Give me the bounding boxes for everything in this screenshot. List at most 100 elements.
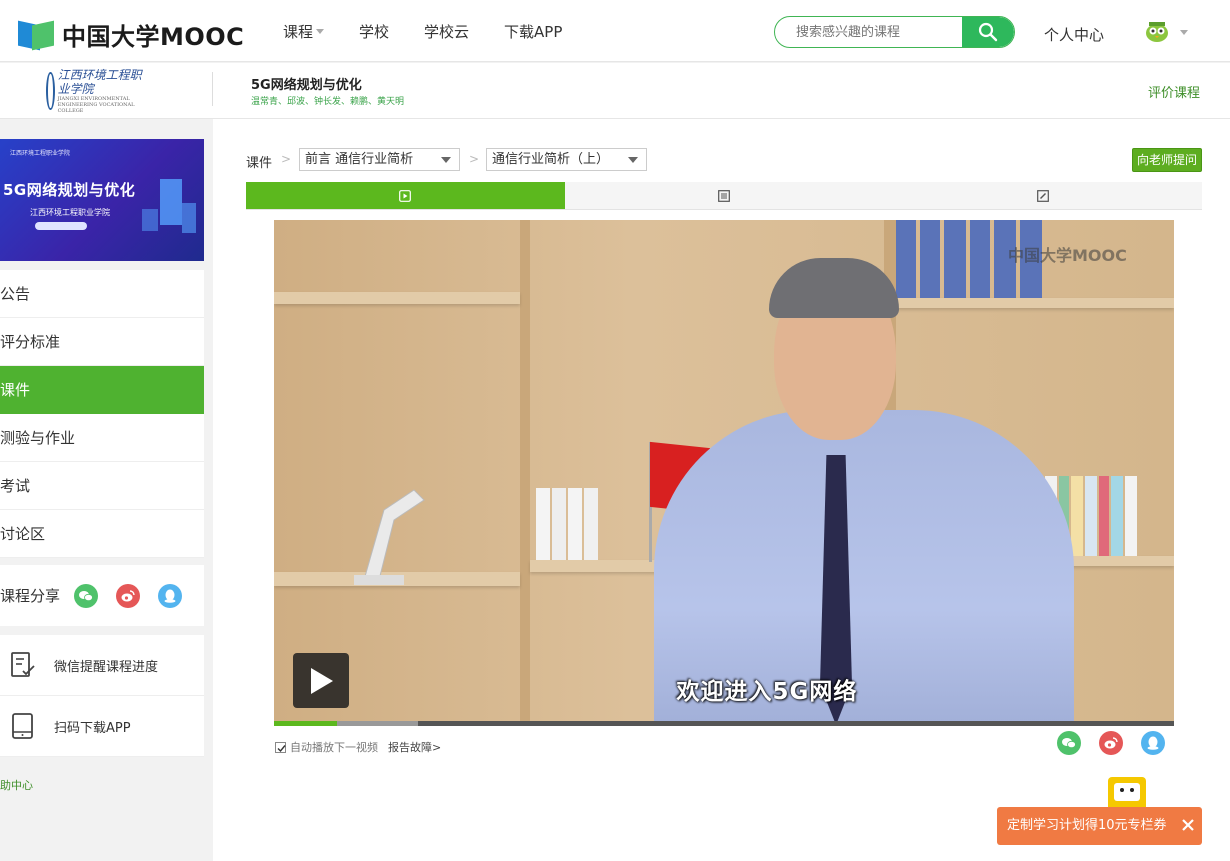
chapter-dropdown-arrow-icon bbox=[441, 157, 451, 163]
tab-video[interactable] bbox=[246, 182, 565, 209]
search-button[interactable] bbox=[962, 17, 1014, 47]
qq-icon bbox=[164, 589, 176, 603]
video-watermark: 中国大学MOOC bbox=[1008, 246, 1127, 265]
menu-item-grading[interactable]: 评分标准 bbox=[0, 318, 204, 366]
courseware-main: 课件 > 前言 通信行业简析 > 通信行业简析（上） 向老师提问 中国大学MOO… bbox=[213, 119, 1230, 861]
tablet-icon bbox=[12, 713, 33, 739]
search-box bbox=[774, 16, 1015, 48]
video-played-bar bbox=[274, 721, 337, 726]
video-subtitle: 欢迎进入5G网络 bbox=[676, 679, 858, 705]
lesson-select-value: 通信行业简析（上） bbox=[492, 152, 610, 167]
nav-courses-label: 课程 bbox=[283, 23, 314, 41]
menu-item-courseware[interactable]: 课件 bbox=[0, 366, 204, 414]
nav-courses[interactable]: 课程 bbox=[283, 21, 325, 42]
course-title: 5G网络规划与优化 bbox=[251, 78, 362, 93]
cover-school-text: 江西环境工程职业学院 bbox=[10, 150, 71, 157]
checkmark-icon bbox=[277, 744, 286, 752]
tool-box: 微信提醒课程进度 扫码下载APP bbox=[0, 635, 204, 757]
nav-download-app-label: 下载APP bbox=[504, 23, 563, 41]
chapter-select-value: 前言 通信行业简析 bbox=[305, 152, 414, 167]
content-tabs bbox=[246, 182, 1202, 210]
video-wechat-share-button[interactable] bbox=[1057, 731, 1081, 755]
school-logo-text: 江西环境工程职业学院 JIANGXI ENVIRONMENTAL ENGINEER… bbox=[58, 68, 148, 115]
avatar-owl-icon bbox=[1146, 22, 1168, 42]
video-progress-bar[interactable] bbox=[274, 721, 1174, 726]
nav-school-cloud-label: 学校云 bbox=[424, 23, 470, 41]
chevron-right-icon-2: > bbox=[469, 152, 480, 166]
weibo-icon bbox=[121, 589, 135, 601]
weibo-share-button[interactable] bbox=[116, 583, 141, 608]
menu-item-exam[interactable]: 考试 bbox=[0, 462, 204, 510]
user-avatar[interactable] bbox=[1145, 21, 1169, 43]
mascot-icon[interactable] bbox=[1108, 777, 1146, 811]
search-icon bbox=[978, 22, 998, 42]
share-label: 课程分享 bbox=[0, 587, 61, 605]
scan-download-app-item[interactable]: 扫码下载APP bbox=[0, 696, 204, 757]
qq-icon bbox=[1147, 736, 1159, 750]
avatar-chevron-down-icon[interactable] bbox=[1180, 30, 1188, 35]
top-navigation-bar: 中国大学MOOC 课程 学校 学校云 下载APP 个人中心 bbox=[0, 0, 1230, 62]
course-teachers[interactable]: 温常青、邱波、钟长发、赖鹏、黄天明 bbox=[251, 94, 404, 107]
video-icon bbox=[399, 190, 412, 202]
wechat-icon bbox=[1062, 738, 1076, 749]
course-cover-image: 江西环境工程职业学院 5G网络规划与优化 江西环境工程职业学院 bbox=[0, 139, 204, 261]
wechat-reminder-item[interactable]: 微信提醒课程进度 bbox=[0, 635, 204, 696]
scan-download-app-label: 扫码下载APP bbox=[54, 720, 131, 736]
video-player[interactable]: 中国大学MOOC 欢迎进入5G网络 bbox=[274, 220, 1174, 726]
study-plan-promo[interactable]: 定制学习计划得10元专栏券 bbox=[997, 807, 1202, 845]
search-input[interactable] bbox=[775, 17, 963, 47]
wechat-reminder-label: 微信提醒课程进度 bbox=[54, 659, 159, 675]
document-icon bbox=[718, 190, 730, 202]
tab-document[interactable] bbox=[565, 182, 884, 209]
chapter-select[interactable]: 前言 通信行业简析 bbox=[299, 148, 460, 171]
robot-arm-illustration bbox=[344, 470, 444, 590]
quiz-icon bbox=[1036, 190, 1049, 202]
video-qq-share-button[interactable] bbox=[1141, 731, 1165, 755]
ask-teacher-button[interactable]: 向老师提问 bbox=[1132, 148, 1202, 172]
rate-course-link[interactable]: 评价课程 bbox=[1148, 82, 1200, 101]
course-menu: 公告 评分标准 课件 测验与作业 考试 讨论区 bbox=[0, 270, 204, 558]
main-nav: 课程 学校 学校云 下载APP bbox=[283, 21, 597, 42]
wechat-icon bbox=[79, 590, 93, 601]
cover-title: 5G网络规划与优化 bbox=[3, 181, 136, 199]
lesson-select[interactable]: 通信行业简析（上） bbox=[486, 148, 647, 171]
play-button[interactable] bbox=[293, 653, 349, 708]
user-center-link[interactable]: 个人中心 bbox=[1044, 24, 1104, 45]
header-divider bbox=[212, 72, 213, 106]
report-issue-link[interactable]: 报告故障> bbox=[388, 739, 441, 755]
weibo-icon bbox=[1104, 737, 1118, 749]
nav-schools[interactable]: 学校 bbox=[359, 21, 389, 42]
school-emblem-icon bbox=[46, 72, 55, 110]
nav-school-cloud[interactable]: 学校云 bbox=[424, 21, 469, 42]
help-center-link[interactable]: 助中心 bbox=[0, 777, 33, 793]
qq-share-button[interactable] bbox=[158, 583, 183, 608]
chevron-right-icon: > bbox=[281, 152, 292, 166]
school-logo-en: JIANGXI ENVIRONMENTAL ENGINEERING VOCATI… bbox=[57, 96, 135, 115]
mooc-logo-icon bbox=[18, 20, 56, 50]
chevron-down-icon bbox=[316, 29, 325, 34]
mooc-logo[interactable]: 中国大学MOOC bbox=[18, 17, 244, 52]
autoplay-row: 自动播放下一视频 报告故障> bbox=[275, 739, 441, 755]
course-share-box: 课程分享 bbox=[0, 565, 204, 626]
lesson-dropdown-arrow-icon bbox=[628, 157, 638, 163]
school-logo-cn: 江西环境工程职业学院 bbox=[57, 67, 142, 96]
menu-item-quizzes[interactable]: 测验与作业 bbox=[0, 414, 204, 462]
nav-schools-label: 学校 bbox=[359, 23, 390, 41]
video-weibo-share-button[interactable] bbox=[1099, 731, 1123, 755]
school-logo[interactable]: 江西环境工程职业学院 JIANGXI ENVIRONMENTAL ENGINEER… bbox=[46, 68, 148, 114]
close-icon[interactable] bbox=[1180, 817, 1196, 833]
wechat-share-button[interactable] bbox=[74, 583, 99, 608]
autoplay-label: 自动播放下一视频 bbox=[290, 741, 378, 754]
autoplay-checkbox[interactable] bbox=[275, 741, 286, 753]
server-illustration-icon bbox=[142, 179, 198, 239]
logo-text: 中国大学MOOC bbox=[62, 23, 245, 51]
menu-item-announcements[interactable]: 公告 bbox=[0, 270, 204, 318]
cover-subtitle: 江西环境工程职业学院 bbox=[30, 208, 110, 217]
menu-item-forum[interactable]: 讨论区 bbox=[0, 510, 204, 558]
breadcrumb-courseware: 课件 bbox=[246, 156, 273, 171]
tab-quiz[interactable] bbox=[883, 182, 1202, 209]
checklist-icon bbox=[11, 652, 35, 677]
course-header: 江西环境工程职业学院 JIANGXI ENVIRONMENTAL ENGINEER… bbox=[0, 63, 1230, 119]
play-icon bbox=[311, 668, 333, 694]
nav-download-app[interactable]: 下载APP bbox=[504, 21, 562, 42]
